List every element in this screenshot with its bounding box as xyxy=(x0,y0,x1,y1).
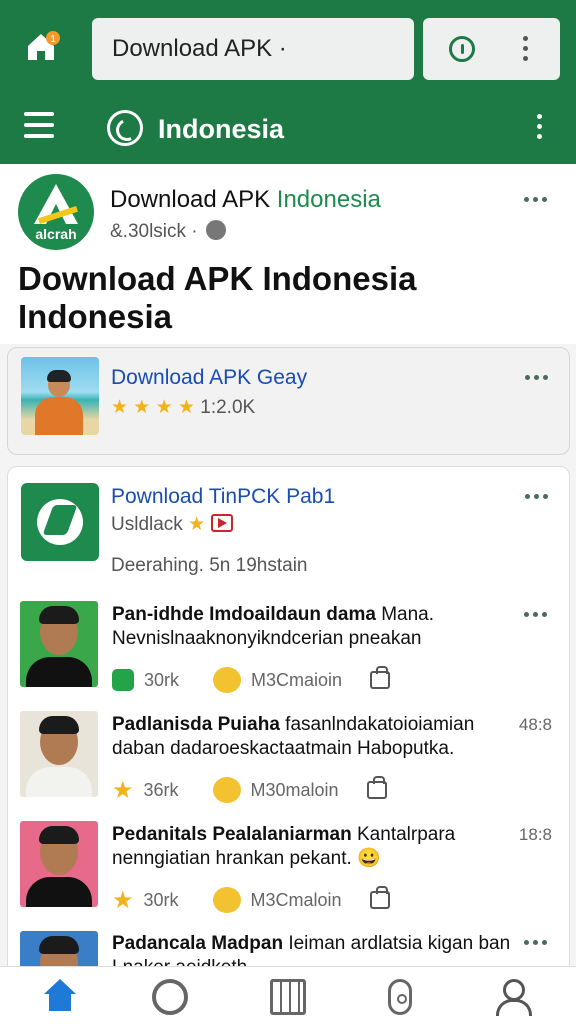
coin-count: M3Cmaloin xyxy=(250,889,342,910)
star-badge-icon: ★ xyxy=(188,514,206,535)
profile-icon[interactable] xyxy=(494,979,532,1016)
more-vertical-icon[interactable] xyxy=(523,36,529,62)
address-bar-text: Download APK · xyxy=(112,35,287,62)
globe-icon xyxy=(205,220,226,240)
address-bar[interactable]: Download APK · xyxy=(92,18,414,80)
profile-subtitle: &.30lsick · xyxy=(110,220,226,243)
home-icon[interactable] xyxy=(42,979,78,1015)
feed-item-time: 18:8 xyxy=(518,825,552,844)
hamburger-icon[interactable] xyxy=(24,112,54,138)
profile-logo[interactable]: alcrah xyxy=(18,174,94,250)
shopping-bag-icon[interactable] xyxy=(369,886,390,909)
browser-actions xyxy=(423,18,560,80)
profile-more-icon[interactable] xyxy=(524,197,547,202)
tab-switcher-icon[interactable] xyxy=(449,36,475,62)
feed-item[interactable]: Pan-idhde Imdoaildaun dama Mana. Nevnisl… xyxy=(0,600,576,700)
profile-subtitle-text: &.30lsick · xyxy=(110,221,198,242)
star-icon[interactable]: ★ xyxy=(112,886,134,915)
avatar[interactable] xyxy=(20,821,98,907)
feed-item-title[interactable]: Padlanisda Puiaha fasanlndakatoioiamian … xyxy=(112,713,502,761)
profile-name[interactable]: Download APK Indonesia xyxy=(110,186,381,214)
shopping-bag-icon[interactable] xyxy=(366,776,387,799)
site-header: Indonesia xyxy=(0,92,576,164)
coin-icon[interactable] xyxy=(212,887,241,913)
featured-app-rating: ★ ★ ★ ★ 1:2.0K xyxy=(111,396,255,419)
coin-count: M30maloin xyxy=(250,779,339,800)
avatar[interactable] xyxy=(20,931,98,966)
star-count: 36rk xyxy=(143,779,179,800)
rating-value: 1:2.0K xyxy=(200,397,256,418)
coin-count: M3Cmaioin xyxy=(251,669,343,690)
remote-icon[interactable] xyxy=(388,979,412,1015)
header-more-icon[interactable] xyxy=(537,114,543,140)
feed-item-title[interactable]: Pedanitals Pealalaniarman Kantalrpara ne… xyxy=(112,823,502,871)
profile-logo-text: alcrah xyxy=(35,226,77,242)
feed-item-time: 48:8 xyxy=(518,715,552,734)
app-subtitle-text: Usldlack xyxy=(111,514,183,535)
app-meta: Deerahing. 5n 19hstain xyxy=(111,555,308,576)
feed-item-actions: ★ 30rk M3Cmaloin xyxy=(112,886,400,914)
page-profile-header: alcrah Download APK Indonesia &.30lsick … xyxy=(0,164,576,344)
app-card-more-icon[interactable] xyxy=(525,494,548,499)
coin-icon[interactable] xyxy=(212,777,241,803)
site-title: Indonesia xyxy=(158,114,285,144)
apps-grid-icon[interactable] xyxy=(270,979,306,1015)
app-icon[interactable] xyxy=(21,483,99,561)
feed-item-title[interactable]: Pan-idhde Imdoaildaun dama Mana. Nevnisl… xyxy=(112,603,552,651)
feed-item[interactable]: Pedanitals Pealalaniarman Kantalrpara ne… xyxy=(0,820,576,920)
avatar[interactable] xyxy=(20,601,98,687)
profile-name-highlight: Indonesia xyxy=(276,186,381,213)
browser-toolbar: 1 Download APK · xyxy=(0,0,576,92)
star-count: 30rk xyxy=(143,889,179,910)
feed-item-more-icon[interactable] xyxy=(524,612,547,617)
home-badge-icon[interactable]: 1 xyxy=(22,26,62,66)
feed-item[interactable]: Padancala Madpan Ieiman ardlatsia kigan … xyxy=(0,930,576,966)
comment-count: 30rk xyxy=(144,669,180,690)
feed-item-more-icon[interactable] xyxy=(524,940,547,945)
star-icon[interactable]: ★ xyxy=(112,776,134,805)
avatar[interactable] xyxy=(20,711,98,797)
shopping-bag-icon[interactable] xyxy=(370,666,391,689)
featured-app-card[interactable]: Download APK Geay ★ ★ ★ ★ 1:2.0K xyxy=(7,347,570,455)
chat-bubble-icon[interactable] xyxy=(112,669,134,691)
video-play-icon[interactable] xyxy=(211,514,234,532)
svg-text:1: 1 xyxy=(50,34,56,45)
featured-app-thumbnail xyxy=(21,357,99,435)
bottom-navigation xyxy=(0,966,576,1024)
featured-more-icon[interactable] xyxy=(525,375,548,380)
profile-name-prefix: Download APK xyxy=(110,186,277,213)
feed-item-actions: ★ 36rk M30maloin xyxy=(112,776,397,804)
site-logo-icon[interactable] xyxy=(107,110,143,146)
feed-item[interactable]: Padlanisda Puiaha fasanlndakatoioiamian … xyxy=(0,710,576,810)
app-subtitle: Usldlack ★ xyxy=(111,513,234,536)
coin-icon[interactable] xyxy=(213,667,242,693)
page-title: Download APK Indonesia Indonesia xyxy=(18,260,417,335)
feed-item-title[interactable]: Padancala Madpan Ieiman ardlatsia kigan … xyxy=(112,932,512,966)
refresh-icon[interactable] xyxy=(152,979,188,1015)
feed-item-actions: 30rk M3Cmaioin xyxy=(112,666,400,694)
featured-app-title[interactable]: Download APK Geay xyxy=(111,366,307,390)
app-title[interactable]: Pownload TinPCK Pab1 xyxy=(111,485,335,509)
rating-stars-icon: ★ ★ ★ ★ xyxy=(111,397,195,418)
